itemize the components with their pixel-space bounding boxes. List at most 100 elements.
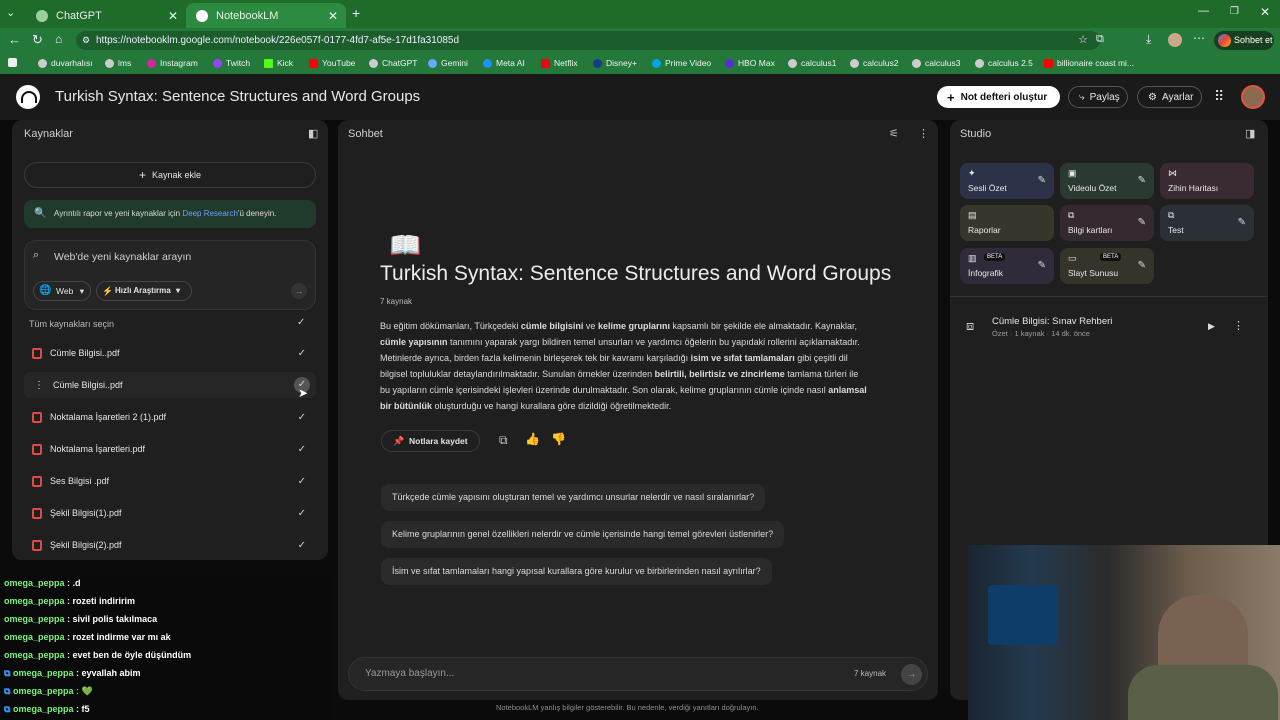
reload-icon[interactable]: ↻ [32, 32, 43, 48]
minimize-icon[interactable]: — [1198, 5, 1209, 17]
bookmark-calculus-2-5[interactable]: calculus 2.5 [975, 58, 1033, 68]
source-item[interactable]: Noktalama İşaretleri.pdf ✓ [24, 436, 316, 462]
suggested-question[interactable]: Kelime gruplarının genel özellikleri nel… [381, 521, 785, 548]
send-icon[interactable]: → [901, 664, 922, 685]
deep-research-link[interactable]: Deep Research [182, 209, 238, 218]
new-tab-icon[interactable]: + [352, 5, 360, 21]
mind-map-tile[interactable]: ⋈ Zihin Haritası [1160, 163, 1254, 199]
source-checkbox[interactable]: ✓ [298, 508, 306, 519]
submit-search-icon[interactable]: → [291, 283, 307, 299]
flashcards-tile[interactable]: ⧉ Bilgi kartları ✎ [1060, 205, 1154, 241]
infographic-tile[interactable]: ▥ BETA İnfografik ✎ [960, 248, 1054, 284]
source-checkbox[interactable]: ✓ [298, 476, 306, 487]
tab-notebooklm[interactable]: NotebookLM ✕ [186, 3, 346, 28]
bookmark-youtube[interactable]: YouTube [309, 58, 355, 68]
fast-research-dropdown[interactable]: ⚡ Hızlı Araştırma ▾ [96, 281, 192, 301]
avatar[interactable] [1241, 85, 1265, 109]
source-checkbox[interactable]: ✓ [298, 348, 306, 359]
bookmark-star-icon[interactable]: ☆ [1078, 31, 1088, 50]
audio-overview-tile[interactable]: ✦ Sesli Özet ✎ [960, 163, 1054, 199]
web-filter-dropdown[interactable]: 🌐 Web ▾ [33, 281, 91, 301]
source-checkbox[interactable]: ✓ [298, 444, 306, 455]
save-to-notes-button[interactable]: 📌 Notlara kaydet [381, 430, 480, 452]
close-window-icon[interactable]: ✕ [1260, 5, 1270, 19]
edit-icon[interactable]: ✎ [1138, 260, 1146, 271]
add-source-label: Kaynak ekle [151, 170, 202, 180]
chat-input[interactable]: Yazmaya başlayın... [365, 668, 454, 679]
collapse-panel-icon[interactable]: ◧ [308, 127, 318, 140]
bookmarks-sidebar-icon[interactable] [8, 58, 21, 67]
quiz-tile[interactable]: ⧉ Test ✎ [1160, 205, 1254, 241]
back-icon[interactable]: ← [8, 32, 21, 47]
video-overview-tile[interactable]: ▣ Videolu Özet ✎ [1060, 163, 1154, 199]
edit-icon[interactable]: ✎ [1138, 175, 1146, 186]
notebook-title[interactable]: Turkish Syntax: Sentence Structures and … [55, 88, 420, 105]
bookmark-hbo-max[interactable]: HBO Max [725, 58, 775, 68]
tune-icon[interactable]: ⚟ [889, 127, 899, 140]
bookmark-duvarhalisi[interactable]: duvarhalısı [38, 58, 93, 68]
share-button[interactable]: ⤷ Paylaş [1068, 86, 1128, 108]
bookmark-calculus1[interactable]: calculus1 [788, 58, 836, 68]
notebooklm-logo-icon[interactable] [16, 85, 40, 109]
avatar[interactable] [1168, 33, 1182, 47]
more-vert-icon[interactable]: ⋮ [34, 380, 44, 391]
bookmark-prime-video[interactable]: Prime Video [652, 58, 711, 68]
tab-chatgpt[interactable]: ChatGPT ✕ [26, 3, 186, 28]
source-checkbox[interactable]: ✓ [298, 412, 306, 423]
bookmark-calculus3[interactable]: calculus3 [912, 58, 960, 68]
url-field[interactable]: ⚙ https://notebooklm.google.com/notebook… [76, 31, 1100, 50]
slide-deck-tile[interactable]: ▭ BETA Slayt Sunusu ✎ [1060, 248, 1154, 284]
edit-icon[interactable]: ✎ [1038, 175, 1046, 186]
gemini-chat-button[interactable]: Sohbet et [1214, 31, 1274, 50]
source-item[interactable]: Cümle Bilgisi..pdf ✓ [24, 340, 316, 366]
extensions-icon[interactable]: ⧉ [1096, 33, 1104, 46]
select-all-checkbox[interactable]: ✓ [297, 317, 305, 328]
web-search-input[interactable]: Web'de yeni kaynaklar arayın [54, 251, 191, 263]
edit-icon[interactable]: ✎ [1138, 217, 1146, 228]
chat-input-box[interactable]: Yazmaya başlayın... 7 kaynak → [348, 657, 928, 691]
bookmark-kick[interactable]: Kick [264, 58, 293, 68]
close-tab-icon[interactable]: ✕ [168, 9, 178, 23]
create-notebook-button[interactable]: + Not defteri oluştur [937, 86, 1060, 108]
reports-tile[interactable]: ▤ Raporlar [960, 205, 1054, 241]
settings-button[interactable]: ⚙ Ayarlar [1137, 86, 1202, 108]
bookmark-twitch[interactable]: Twitch [213, 58, 250, 68]
more-vert-icon[interactable]: ⋮ [918, 127, 929, 140]
add-source-button[interactable]: + Kaynak ekle [24, 162, 316, 188]
bookmark-lms[interactable]: lms [105, 58, 131, 68]
bookmark-disney[interactable]: Disney+ [593, 58, 637, 68]
copy-icon[interactable]: ⧉ [499, 433, 508, 448]
studio-note-item[interactable]: ⧈ Cümle Bilgisi: Sınav Rehberi Özet · 1 … [958, 312, 1248, 344]
browser-menu-icon[interactable]: ⋯ [1193, 31, 1205, 45]
bookmark-instagram[interactable]: Instagram [147, 58, 198, 68]
source-item[interactable]: Ses Bilgisi .pdf ✓ [24, 468, 316, 494]
suggested-question[interactable]: Türkçede cümle yapısını oluşturan temel … [381, 484, 766, 511]
source-item[interactable]: Şekil Bilgisi(2).pdf ✓ [24, 532, 316, 558]
bookmark-chatgpt[interactable]: ChatGPT [369, 58, 417, 68]
restore-icon[interactable]: ❐ [1230, 6, 1239, 17]
apps-grid-icon[interactable]: ⠿ [1214, 88, 1224, 105]
bookmark-netflix[interactable]: Netflix [541, 58, 578, 68]
thumbs-up-icon[interactable]: 👍 [525, 432, 540, 446]
close-tab-icon[interactable]: ✕ [328, 9, 338, 23]
bookmark-billionaire[interactable]: billionaire coast mi... [1044, 58, 1134, 68]
bookmark-calculus2[interactable]: calculus2 [850, 58, 898, 68]
collapse-panel-icon[interactable]: ◨ [1245, 127, 1255, 140]
suggested-question[interactable]: İsim ve sıfat tamlamaları hangi yapısal … [381, 558, 772, 585]
bookmark-meta-ai[interactable]: Meta AI [483, 58, 525, 68]
edit-icon[interactable]: ✎ [1238, 217, 1246, 228]
source-item[interactable]: Noktalama İşaretleri 2 (1).pdf ✓ [24, 404, 316, 430]
source-checkbox[interactable]: ✓ [298, 540, 306, 551]
home-icon[interactable]: ⌂ [55, 32, 62, 46]
bookmark-gemini[interactable]: Gemini [428, 58, 468, 68]
edit-icon[interactable]: ✎ [1038, 260, 1046, 271]
source-item-hovered[interactable]: ⋮ Cümle Bilgisi..pdf ✓ [24, 372, 316, 398]
deep-research-banner[interactable]: 🔍 Ayrıntılı rapor ve yeni kaynaklar için… [24, 200, 316, 228]
more-vert-icon[interactable]: ⋮ [1233, 319, 1244, 332]
thumbs-down-icon[interactable]: 👎 [551, 432, 566, 446]
tab-list-chevron-icon[interactable]: ⌄ [6, 6, 15, 19]
source-item[interactable]: Şekil Bilgisi(1).pdf ✓ [24, 500, 316, 526]
site-info-icon[interactable]: ⚙ [82, 31, 90, 50]
download-icon[interactable]: ⤓ [1146, 32, 1151, 47]
play-icon[interactable]: ▶ [1208, 321, 1215, 332]
